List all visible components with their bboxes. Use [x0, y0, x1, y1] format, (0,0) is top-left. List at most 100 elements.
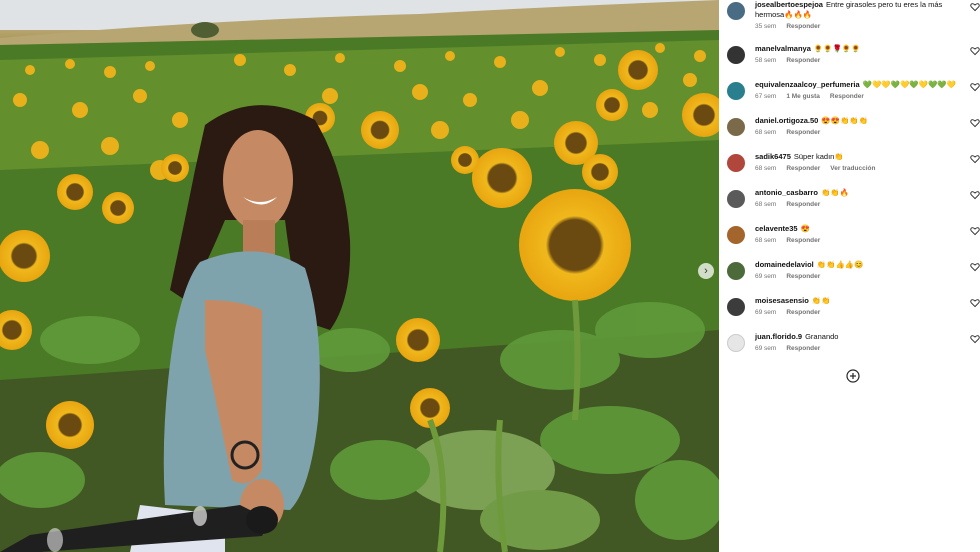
heart-icon[interactable] — [970, 118, 980, 128]
comment-likes[interactable]: 1 Me gusta — [786, 93, 820, 100]
comment-username[interactable]: celavente35 — [755, 224, 798, 233]
comment-body: daniel.ortigoza.50 😍😍👏👏👏 68 sem Responder — [755, 116, 959, 136]
comment-item: manelvalmanya 🌻🌻🌹🌻🌻 58 sem Responder — [727, 44, 980, 78]
reply-button[interactable]: Responder — [786, 57, 820, 64]
comment-text: antonio_casbarro 👏👏🔥 — [755, 188, 959, 198]
comment-body: celavente35 😍 68 sem Responder — [755, 224, 959, 244]
heart-icon[interactable] — [970, 154, 980, 164]
comment-message: 😍😍👏👏👏 — [821, 116, 869, 125]
comment-item: moisesasensio 👏👏 69 sem Responder — [727, 296, 980, 330]
comment-meta: 69 sem Responder — [755, 309, 959, 316]
comment-username[interactable]: juan.florido.9 — [755, 332, 802, 341]
reply-button[interactable]: Responder — [786, 201, 820, 208]
reply-button[interactable]: Responder — [786, 345, 820, 352]
comment-item: celavente35 😍 68 sem Responder — [727, 224, 980, 258]
comment-username[interactable]: sadik6475 — [755, 152, 791, 161]
comment-meta: 68 sem Responder — [755, 201, 959, 208]
comment-message: 👏👏🔥 — [820, 188, 849, 197]
reply-button[interactable]: Responder — [786, 23, 820, 30]
avatar[interactable] — [727, 46, 745, 64]
comment-time: 68 sem — [755, 165, 777, 172]
comment-body: manelvalmanya 🌻🌻🌹🌻🌻 58 sem Responder — [755, 44, 959, 64]
heart-icon[interactable] — [970, 226, 980, 236]
avatar[interactable] — [727, 190, 745, 208]
comment-body: moisesasensio 👏👏 69 sem Responder — [755, 296, 959, 316]
comment-meta: 69 sem Responder — [755, 273, 959, 280]
comment-meta: 35 sem Responder — [755, 23, 959, 30]
comment-message: 😍 — [800, 224, 810, 233]
reply-button[interactable]: Responder — [786, 309, 820, 316]
avatar[interactable] — [727, 82, 745, 100]
comment-text: daniel.ortigoza.50 😍😍👏👏👏 — [755, 116, 959, 126]
reply-button[interactable]: Responder — [786, 129, 820, 136]
reply-button[interactable]: Responder — [786, 165, 820, 172]
comment-time: 68 sem — [755, 237, 777, 244]
comment-message: 👏👏 — [811, 296, 831, 305]
translate-button[interactable]: Ver traducción — [830, 165, 875, 172]
comment-time: 35 sem — [755, 23, 777, 30]
comment-meta: 69 sem Responder — [755, 345, 959, 352]
comment-username[interactable]: josealbertoespejoa — [755, 0, 823, 9]
comment-username[interactable]: moisesasensio — [755, 296, 809, 305]
avatar[interactable] — [727, 298, 745, 316]
reply-button[interactable]: Responder — [830, 93, 864, 100]
comment-username[interactable]: daniel.ortigoza.50 — [755, 116, 818, 125]
comment-body: domainedelaviol 👏👏👍👍😊 69 sem Responder — [755, 260, 959, 280]
comment-username[interactable]: equivalenzaalcoy_perfumeria — [755, 80, 860, 89]
comment-message: Granando — [805, 332, 839, 341]
next-photo-button[interactable]: › — [698, 263, 714, 279]
avatar[interactable] — [727, 2, 745, 20]
comment-body: josealbertoespejoa Entre girasoles pero t… — [755, 0, 959, 30]
comment-text: manelvalmanya 🌻🌻🌹🌻🌻 — [755, 44, 959, 54]
comment-time: 68 sem — [755, 201, 777, 208]
heart-icon[interactable] — [970, 262, 980, 272]
sunflower-field-image — [0, 0, 719, 552]
comment-message: 🌻🌻🌹🌻🌻 — [813, 44, 861, 53]
heart-icon[interactable] — [970, 334, 980, 344]
heart-icon[interactable] — [970, 190, 980, 200]
avatar[interactable] — [727, 262, 745, 280]
post-photo: › — [0, 0, 719, 552]
comment-time: 69 sem — [755, 309, 777, 316]
comment-body: equivalenzaalcoy_perfumeria 💚💛💛💚💛💚💛💚💚💛 67 … — [755, 80, 959, 100]
comment-username[interactable]: manelvalmanya — [755, 44, 811, 53]
heart-icon[interactable] — [970, 46, 980, 56]
comment-item: juan.florido.9 Granando 69 sem Responder — [727, 332, 980, 366]
heart-icon[interactable] — [970, 82, 980, 92]
comment-username[interactable]: antonio_casbarro — [755, 188, 818, 197]
comment-message: Süper kadın👏 — [793, 152, 844, 161]
avatar[interactable] — [727, 334, 745, 352]
comment-time: 68 sem — [755, 129, 777, 136]
comment-text: equivalenzaalcoy_perfumeria 💚💛💛💚💛💚💛💚💚💛 — [755, 80, 959, 90]
comment-text: juan.florido.9 Granando — [755, 332, 959, 342]
comment-item: antonio_casbarro 👏👏🔥 68 sem Responder — [727, 188, 980, 222]
plus-circle-icon[interactable] — [846, 369, 860, 383]
avatar[interactable] — [727, 154, 745, 172]
comment-text: sadik6475 Süper kadın👏 — [755, 152, 959, 162]
comment-message: 💚💛💛💚💛💚💛💚💚💛 — [862, 80, 957, 89]
heart-icon[interactable] — [970, 298, 980, 308]
reply-button[interactable]: Responder — [786, 237, 820, 244]
avatar[interactable] — [727, 226, 745, 244]
chevron-right-icon: › — [704, 265, 708, 277]
comment-text: domainedelaviol 👏👏👍👍😊 — [755, 260, 959, 270]
comments-panel: josealbertoespejoa Entre girasoles pero t… — [719, 0, 980, 552]
comment-meta: 68 sem Responder — [755, 237, 959, 244]
comment-meta: 58 sem Responder — [755, 57, 959, 64]
comment-body: antonio_casbarro 👏👏🔥 68 sem Responder — [755, 188, 959, 208]
comment-username[interactable]: domainedelaviol — [755, 260, 814, 269]
comment-item: sadik6475 Süper kadın👏 68 sem Responder Ver … — [727, 152, 980, 186]
comment-item: equivalenzaalcoy_perfumeria 💚💛💛💚💛💚💛💚💚💛 67 … — [727, 80, 980, 114]
comment-body: juan.florido.9 Granando 69 sem Responder — [755, 332, 959, 352]
comment-meta: 67 sem 1 Me gusta Responder — [755, 93, 959, 100]
comment-time: 69 sem — [755, 345, 777, 352]
comment-item: josealbertoespejoa Entre girasoles pero t… — [727, 0, 980, 34]
heart-icon[interactable] — [970, 2, 980, 12]
reply-button[interactable]: Responder — [786, 273, 820, 280]
comment-text: celavente35 😍 — [755, 224, 959, 234]
avatar[interactable] — [727, 118, 745, 136]
comment-time: 69 sem — [755, 273, 777, 280]
comment-body: sadik6475 Süper kadın👏 68 sem Responder Ver … — [755, 152, 959, 172]
comment-text: moisesasensio 👏👏 — [755, 296, 959, 306]
comment-item: daniel.ortigoza.50 😍😍👏👏👏 68 sem Responder — [727, 116, 980, 150]
